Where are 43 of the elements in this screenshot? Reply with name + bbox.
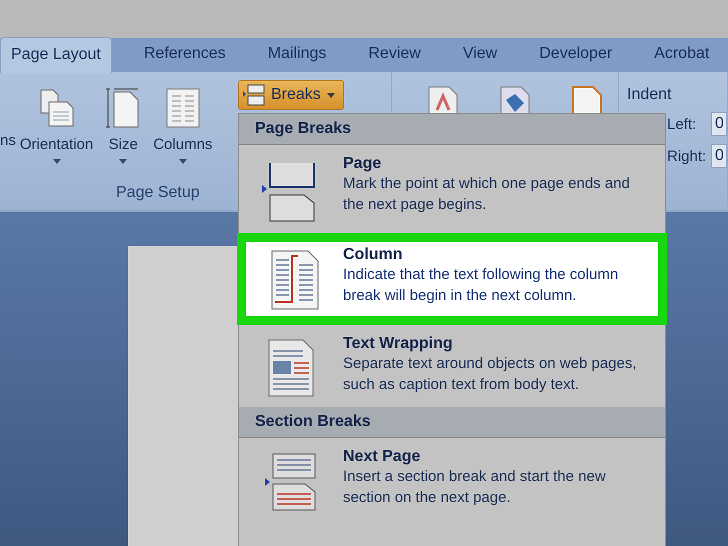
ribbon-tab[interactable]: Mailings — [258, 45, 336, 72]
ribbon-tab[interactable]: Acrobat — [644, 45, 720, 72]
next-page-break-icon — [265, 452, 317, 512]
page-size-icon — [106, 88, 140, 128]
ribbon-tab[interactable]: Page Layout — [0, 37, 112, 73]
indent-field-label: Right: — [667, 148, 708, 164]
menu-item[interactable]: Page Mark the point at which one page ends and the next page begins. — [239, 145, 665, 233]
menu-item-title: Next Page — [343, 448, 422, 466]
ribbon-button[interactable]: Orientation — [16, 88, 96, 184]
breaks-button[interactable]: Breaks — [238, 80, 344, 110]
menu-item-description: Mark the point at which one page ends and the next page begins. — [343, 174, 631, 215]
indent-field-label: Left: — [667, 116, 698, 132]
columns-icon — [166, 88, 200, 128]
caret-icon — [326, 92, 335, 98]
menu-item-title: Page — [343, 155, 382, 173]
menu-item[interactable]: Text Wrapping Separate text around objects on web pages, such as caption text from body text. — [239, 325, 665, 407]
ribbon-button[interactable]: ns — [0, 88, 16, 184]
menu-item-description: Separate text around objects on web pages, such as caption text from body text. — [343, 354, 638, 395]
indent-field[interactable]: 0 — [711, 112, 727, 136]
caret-icon — [178, 159, 187, 164]
menu-item[interactable]: Column Indicate that the text following the column break will begin in the next column. — [237, 233, 667, 325]
ribbon-tab[interactable]: View — [452, 45, 508, 72]
indent-label: Indent — [627, 86, 672, 104]
menu-item-description: Insert a section break and start the new section on the next page. — [343, 467, 607, 508]
ribbon-tab[interactable]: Review — [358, 45, 431, 72]
ribbon-tab[interactable]: Developer — [529, 45, 622, 72]
orientation-pages-icon — [38, 88, 75, 128]
ribbon-tab[interactable]: References — [134, 45, 236, 72]
menu-item-title: Column — [343, 246, 404, 264]
text-wrapping-icon — [268, 339, 314, 397]
ribbon-button[interactable]: Columns — [150, 88, 216, 184]
menu-item-title: Text Wrapping — [343, 335, 454, 353]
indent-field[interactable]: 0 — [711, 144, 727, 168]
menu-item-description: Indicate that the text following the column break will begin in the next column. — [343, 265, 620, 306]
menu-item[interactable]: Next Page Insert a section break and start the new section on the next page. — [239, 438, 665, 522]
group-label: Page Setup — [116, 184, 200, 202]
menu-section-heading: Page Breaks — [239, 114, 665, 145]
menu-section-heading: Section Breaks — [239, 407, 665, 438]
ribbon-button[interactable]: Size — [96, 88, 150, 184]
caret-icon — [52, 159, 61, 164]
caret-icon — [119, 159, 128, 164]
page-break-icon — [243, 84, 265, 106]
column-break-icon — [270, 250, 318, 310]
